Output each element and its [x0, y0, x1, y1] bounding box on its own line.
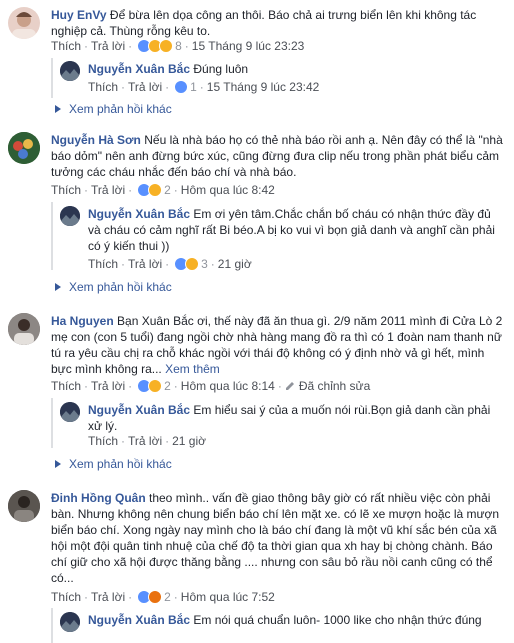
timestamp[interactable]: Hôm qua lúc 8:14	[181, 379, 275, 393]
timestamp[interactable]: Hôm qua lúc 8:42	[181, 183, 275, 197]
like-link[interactable]: Thích	[51, 39, 81, 53]
avatar[interactable]	[60, 402, 80, 422]
like-link[interactable]: Thích	[51, 379, 81, 393]
avatar[interactable]	[8, 313, 40, 345]
reply-thread-bar	[51, 398, 53, 448]
avatar[interactable]	[8, 7, 40, 39]
reaction-count[interactable]: 3	[201, 257, 208, 271]
reply-actions: Thích · Trả lời · 3 · 21 giờ	[88, 256, 252, 275]
like-link[interactable]: Thích	[51, 590, 81, 604]
reply-text: Nguyễn Xuân Bắc Em hiểu sai ý của a muốn…	[88, 402, 498, 434]
like-reaction-icon[interactable]	[174, 80, 189, 98]
view-more-replies[interactable]: Xem phản hồi khác	[55, 101, 172, 117]
arrow-right-icon	[55, 283, 61, 291]
timestamp[interactable]: 21 giờ	[218, 257, 252, 271]
arrow-right-icon	[55, 105, 61, 113]
reply-link[interactable]: Trả lời	[91, 39, 125, 53]
comment-author[interactable]: Huy EnVy	[51, 8, 107, 22]
comment-body: Để bừa lên dọa công an thôi. Báo chả ai …	[51, 8, 477, 38]
reactions-icon[interactable]	[174, 257, 200, 275]
reaction-count[interactable]: 8	[175, 39, 182, 53]
reply-thread-bar	[51, 608, 53, 643]
comment-author[interactable]: Đinh Hồng Quân	[51, 491, 146, 505]
avatar[interactable]	[60, 206, 80, 226]
comment-text: Ha Nguyen Bạn Xuân Bắc ơi, thế này đã ăn…	[51, 313, 506, 377]
comment-author[interactable]: Nguyễn Hà Sơn	[51, 133, 141, 147]
reactions-icon[interactable]	[137, 39, 174, 57]
reply-thread-bar	[51, 202, 53, 270]
comment-text: Nguyễn Hà Sơn Nếu là nhà báo họ có thẻ n…	[51, 132, 506, 180]
reaction-count[interactable]: 2	[164, 590, 171, 604]
reply-author[interactable]: Nguyễn Xuân Bắc	[88, 613, 190, 627]
avatar[interactable]	[8, 132, 40, 164]
comment-text: Huy EnVy Để bừa lên dọa công an thôi. Bá…	[51, 7, 506, 39]
comment-actions: Thích · Trả lời · 8 · 15 Tháng 9 lúc 23:23	[51, 38, 304, 57]
timestamp[interactable]: 21 giờ	[172, 434, 206, 448]
reply-actions: Thích · Trả lời · 21 giờ	[88, 434, 206, 448]
reply-author[interactable]: Nguyễn Xuân Bắc	[88, 403, 190, 417]
like-link[interactable]: Thích	[88, 80, 118, 94]
see-more-link[interactable]: Xem thêm	[165, 362, 220, 376]
arrow-right-icon	[55, 460, 61, 468]
timestamp[interactable]: 15 Tháng 9 lúc 23:23	[192, 39, 305, 53]
reply-link[interactable]: Trả lời	[128, 80, 162, 94]
reply-link[interactable]: Trả lời	[91, 183, 125, 197]
view-more-replies[interactable]: Xem phản hồi khác	[55, 279, 172, 295]
avatar[interactable]	[60, 61, 80, 81]
comment-actions: Thích · Trả lời · 2 · Hôm qua lúc 7:52	[51, 589, 275, 608]
timestamp[interactable]: Hôm qua lúc 7:52	[181, 590, 275, 604]
comment-author[interactable]: Ha Nguyen	[51, 314, 114, 328]
pencil-icon	[285, 382, 294, 390]
edited-label[interactable]: Đã chỉnh sửa	[285, 379, 370, 393]
reply-actions: Thích · Trả lời · 1 · 15 Tháng 9 lúc 23:42	[88, 79, 319, 98]
timestamp[interactable]: 15 Tháng 9 lúc 23:42	[207, 80, 320, 94]
reactions-icon[interactable]	[137, 379, 163, 397]
comment-body: Bạn Xuân Bắc ơi, thế này đã ăn thua gì. …	[51, 314, 503, 376]
reply-link[interactable]: Trả lời	[128, 434, 162, 448]
reply-link[interactable]: Trả lời	[91, 379, 125, 393]
reply-author[interactable]: Nguyễn Xuân Bắc	[88, 207, 190, 221]
reply-author[interactable]: Nguyễn Xuân Bắc	[88, 62, 190, 76]
reaction-count[interactable]: 1	[190, 80, 197, 94]
comment-actions: Thích · Trả lời · 2 · Hôm qua lúc 8:42	[51, 182, 275, 201]
reaction-count[interactable]: 2	[164, 183, 171, 197]
comment-body: theo mình.. vấn đề giao thông bây giờ có…	[51, 491, 500, 585]
avatar[interactable]	[60, 612, 80, 632]
reply-link[interactable]: Trả lời	[128, 257, 162, 271]
reply-text: Nguyễn Xuân Bắc Em nói quá chuẩn luôn- 1…	[88, 612, 498, 628]
avatar[interactable]	[8, 490, 40, 522]
reply-body: Đúng luôn	[193, 62, 249, 76]
reply-link[interactable]: Trả lời	[91, 590, 125, 604]
like-link[interactable]: Thích	[88, 434, 118, 448]
reaction-count[interactable]: 2	[164, 379, 171, 393]
reply-thread-bar	[51, 58, 53, 98]
comment-actions: Thích · Trả lời · 2 · Hôm qua lúc 8:14 · Đã chỉn…	[51, 378, 370, 397]
reactions-icon[interactable]	[137, 183, 163, 201]
comment-text: Đinh Hồng Quân theo mình.. vấn đề giao t…	[51, 490, 506, 586]
like-link[interactable]: Thích	[51, 183, 81, 197]
like-link[interactable]: Thích	[88, 257, 118, 271]
reply-text: Nguyễn Xuân Bắc Em ơi yên tâm.Chắc chắn …	[88, 206, 498, 254]
reactions-icon[interactable]	[137, 590, 163, 608]
reply-body: Em nói quá chuẩn luôn- 1000 like cho nhậ…	[193, 613, 482, 627]
reply-text: Nguyễn Xuân Bắc Đúng luôn	[88, 61, 498, 77]
view-more-replies[interactable]: Xem phản hồi khác	[55, 456, 172, 472]
